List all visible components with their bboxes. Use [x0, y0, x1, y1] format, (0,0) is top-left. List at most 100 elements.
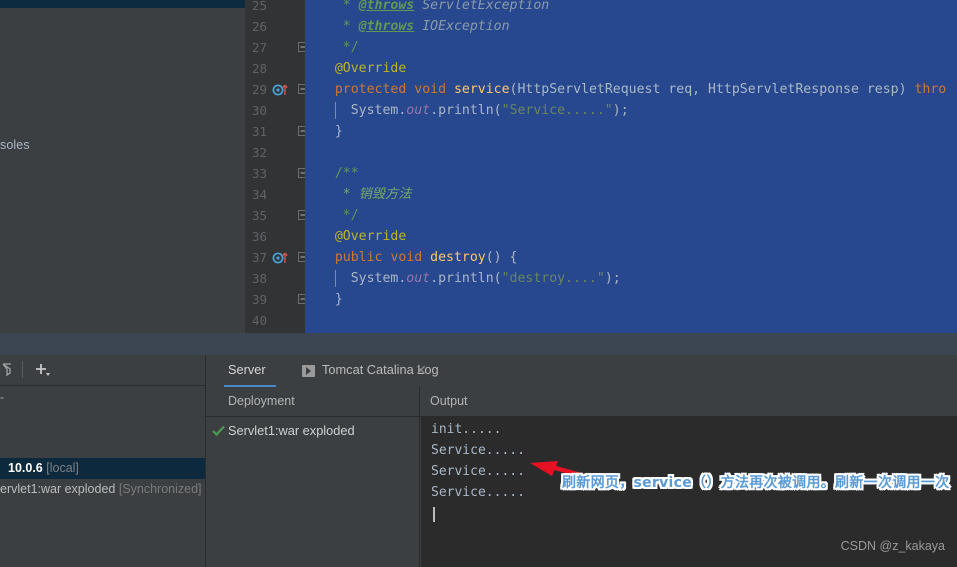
chinese-note-annotation: 刷新网页，service（）方法再次被调用。刷新一次调用一次	[560, 474, 950, 493]
code-line[interactable]: System.out.println("destroy....");	[351, 268, 621, 289]
code-token: }	[334, 124, 343, 139]
code-line[interactable]: * @throws IOException	[343, 16, 510, 37]
code-token: (HttpServletRequest req, HttpServletResp…	[509, 82, 915, 97]
code-token: * 销毁方法	[342, 187, 412, 202]
line-number: 36	[251, 229, 267, 244]
server-column-headers: Deployment Output	[206, 387, 957, 417]
code-token: .println(	[430, 271, 502, 286]
code-line[interactable]: */	[343, 37, 359, 58]
server-version-label: 10.0.6	[8, 461, 43, 475]
close-icon[interactable]: ✕	[414, 363, 428, 377]
services-toolbar[interactable]	[0, 355, 205, 386]
code-token: thro	[914, 82, 947, 97]
editor-bottom-divider	[0, 333, 957, 355]
line-number: 38	[251, 271, 267, 286]
code-token: */	[342, 40, 359, 55]
override-marker-icon[interactable]	[271, 79, 293, 100]
line-number: 40	[251, 313, 267, 328]
check-icon	[212, 424, 225, 437]
console-icon	[302, 365, 315, 377]
bottom-tool-window: - 10.0.6 [local] ervlet1:war exploded [S…	[0, 355, 957, 567]
code-line[interactable]: @Override	[335, 226, 406, 247]
code-token: System.	[350, 103, 407, 118]
tree-collapse-handle[interactable]: -	[0, 390, 4, 404]
editor-gutter[interactable]: 25 26 27 28 29 30 31 32 33 34 35 36 37 38 39 40	[245, 0, 308, 333]
artifact-sync-state: [Synchronized]	[118, 482, 202, 496]
code-token: *	[342, 0, 359, 13]
line-number: 25	[251, 0, 267, 13]
code-token: @throws	[358, 0, 415, 13]
left-tool-panel: soles	[0, 8, 245, 333]
code-token: protected	[334, 82, 415, 97]
code-token: *	[342, 19, 359, 34]
code-token: public	[334, 250, 391, 265]
tab-server[interactable]: Server	[228, 355, 266, 387]
deployment-column-header: Deployment	[228, 394, 295, 408]
override-marker-icon[interactable]	[271, 247, 293, 268]
line-number: 26	[251, 19, 267, 34]
code-line[interactable]: * @throws ServletException	[343, 0, 549, 16]
code-token: () {	[485, 250, 518, 265]
filter-icon[interactable]	[2, 361, 18, 384]
top-accent-strip	[0, 0, 245, 8]
console-caret	[433, 507, 435, 522]
server-tabbar[interactable]: Server Tomcat Catalina Log ✕	[206, 355, 957, 387]
code-line[interactable]: protected void service(HttpServletReques…	[335, 79, 946, 100]
code-token: void	[390, 250, 431, 265]
line-number: 32	[251, 145, 267, 160]
code-token: out	[406, 103, 431, 118]
watermark-label: CSDN @z_kakaya	[840, 539, 945, 553]
code-token: @Override	[334, 229, 407, 244]
indent-guide	[334, 102, 336, 119]
code-token: */	[342, 208, 359, 223]
left-panel-truncated-label: soles	[0, 138, 30, 152]
code-line[interactable]: System.out.println("Service.....");	[351, 100, 629, 121]
code-token: out	[406, 271, 431, 286]
line-number: 28	[251, 61, 267, 76]
code-token: );	[612, 103, 629, 118]
services-tree[interactable]: - 10.0.6 [local] ervlet1:war exploded [S…	[0, 386, 205, 567]
code-line[interactable]: */	[343, 205, 359, 226]
code-token: void	[414, 82, 454, 97]
code-token: "destroy...."	[501, 271, 605, 286]
code-token: /**	[334, 166, 359, 181]
app-window: soles 25 26 27 28 29 30 31 32 33 34 35 36 37 38 39 40 *…	[0, 0, 957, 567]
indent-guide	[334, 270, 336, 287]
code-token: "Service....."	[501, 103, 613, 118]
code-token: destroy	[430, 250, 486, 265]
code-token: }	[334, 292, 343, 307]
line-number: 30	[251, 103, 267, 118]
line-number: 37	[251, 250, 267, 265]
add-icon[interactable]	[33, 361, 53, 384]
line-number: 27	[251, 40, 267, 55]
line-number: 31	[251, 124, 267, 139]
services-tree-node-server[interactable]: 10.0.6 [local]	[0, 458, 205, 479]
code-token: @Override	[334, 61, 407, 76]
artifact-label: ervlet1:war exploded	[0, 482, 116, 496]
line-number: 29	[251, 82, 267, 97]
code-token: );	[604, 271, 621, 286]
line-number: 34	[251, 187, 267, 202]
code-line[interactable]: @Override	[335, 58, 406, 79]
output-line: Service.....	[431, 485, 525, 500]
code-line[interactable]: public void destroy() {	[335, 247, 518, 268]
code-token: service	[453, 82, 510, 97]
output-line: init.....	[431, 422, 502, 437]
code-line[interactable]: * 销毁方法	[343, 184, 412, 205]
code-line[interactable]: }	[335, 289, 343, 310]
code-line[interactable]: }	[335, 121, 343, 142]
toolbar-separator	[22, 361, 23, 378]
code-token: ServletException	[414, 0, 550, 13]
server-scope-label: [local]	[46, 461, 79, 475]
output-line: Service.....	[431, 443, 525, 458]
code-token: IOException	[414, 19, 510, 34]
code-line[interactable]: /**	[335, 163, 359, 184]
deployment-output-divider[interactable]	[419, 387, 420, 567]
services-tree-node-artifact[interactable]: ervlet1:war exploded [Synchronized]	[0, 479, 205, 500]
line-number: 33	[251, 166, 267, 181]
line-number: 39	[251, 292, 267, 307]
code-token: System.	[350, 271, 407, 286]
deployment-artifact-row[interactable]: Servlet1:war exploded	[228, 423, 355, 438]
editor-code-area[interactable]: * @throws ServletException * @throws IOEx…	[305, 0, 957, 333]
code-editor[interactable]: 25 26 27 28 29 30 31 32 33 34 35 36 37 38 39 40 * @thro…	[245, 0, 957, 333]
